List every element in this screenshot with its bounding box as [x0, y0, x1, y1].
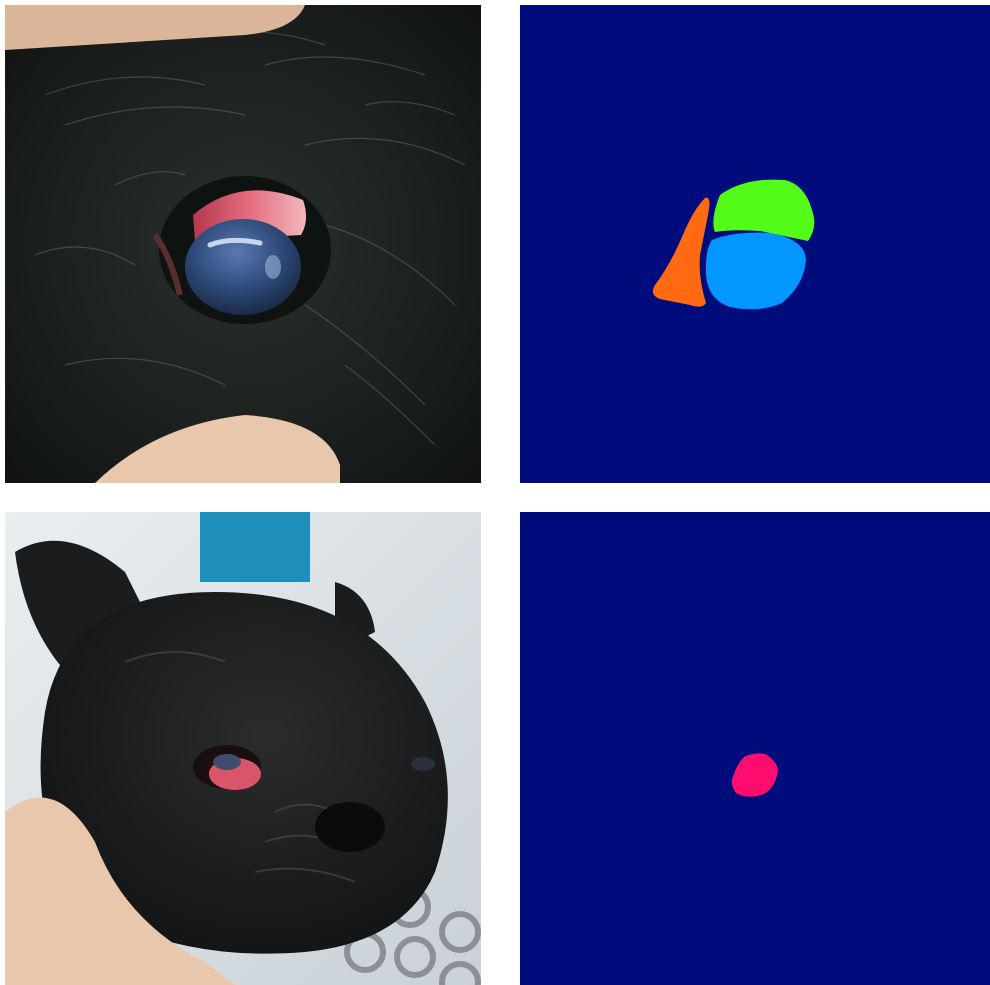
mask-canvas-2 [520, 512, 990, 985]
blue-object [200, 512, 310, 582]
photo-dog-face [5, 512, 481, 985]
mask-background [520, 512, 990, 985]
eye-closeup-illustration [5, 5, 481, 483]
nose [315, 802, 385, 852]
right-eye [411, 757, 435, 771]
segmentation-mask-dog-face [520, 512, 990, 985]
cornea [185, 219, 301, 315]
photo-eye-closeup [5, 5, 481, 483]
cornea-reflection [265, 255, 281, 279]
mask-canvas-1 [520, 5, 990, 483]
segmentation-mask-eye-closeup [520, 5, 990, 483]
dog-face-illustration [5, 512, 481, 985]
left-eye [213, 754, 241, 770]
